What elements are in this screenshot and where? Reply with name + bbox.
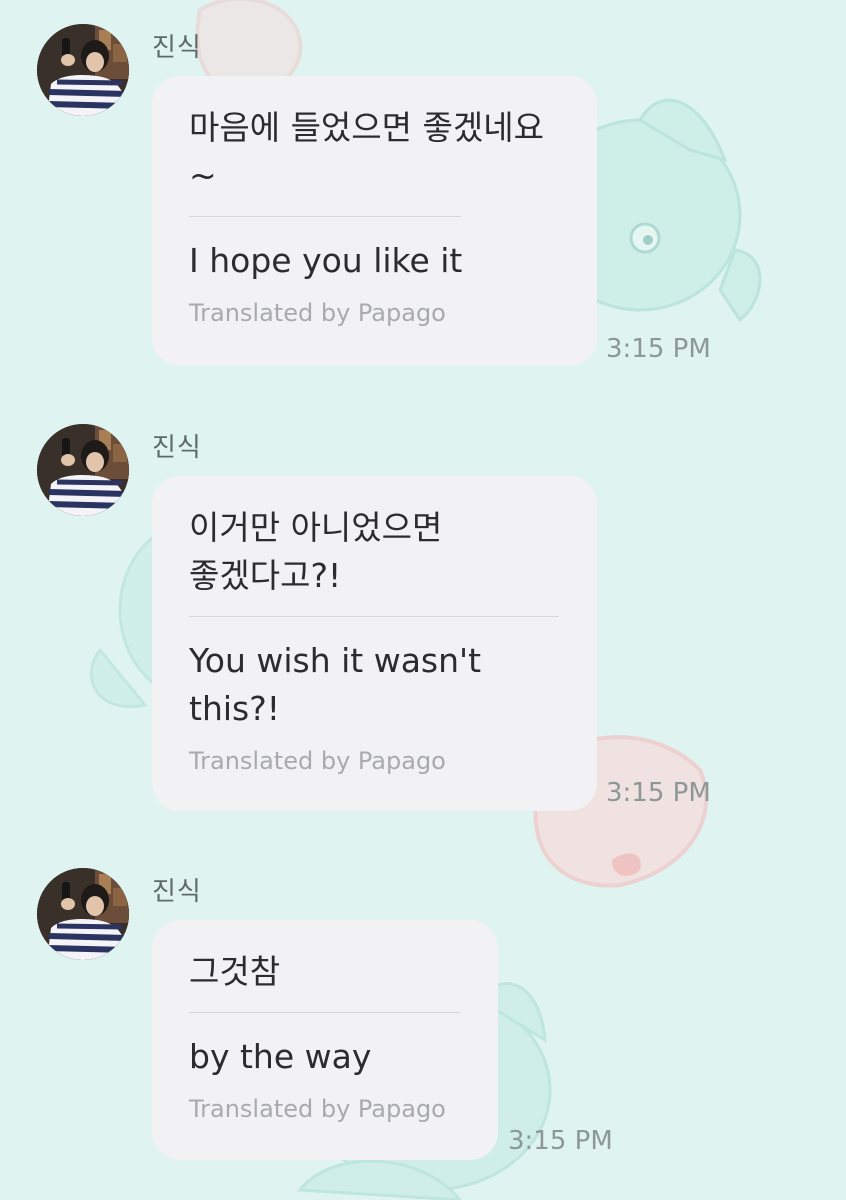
translation-credit: Translated by Papago [189,747,446,775]
message-timestamp: 3:15 PM [508,1126,613,1156]
message-bubble[interactable]: 이거만 아니었으면 좋겠다고?! You wish it wasn't this… [152,476,597,811]
sender-avatar[interactable] [37,24,129,116]
message-timestamp: 3:15 PM [606,334,711,364]
sender-avatar[interactable] [37,424,129,516]
translated-text: You wish it wasn't this?! [189,641,482,728]
translation-credit: Translated by Papago [189,299,446,327]
message-bubble[interactable]: 마음에 들었으면 좋겠네요~ I hope you like it Transl… [152,76,597,366]
translation-divider [189,216,461,217]
message-bubble[interactable]: 그것참 by the way Translated by Papago [152,920,498,1160]
original-text: 그것참 [189,952,281,991]
translation-credit: Translated by Papago [189,1095,446,1123]
sender-name: 진식 [152,33,202,63]
translated-text: I hope you like it [189,241,463,280]
profile-photo-icon [37,424,129,516]
sender-avatar[interactable] [37,868,129,960]
profile-photo-icon [37,868,129,960]
translation-divider [189,1012,461,1013]
original-text: 마음에 들었으면 좋겠네요~ [189,108,544,195]
message-timestamp: 3:15 PM [606,778,711,808]
original-text: 이거만 아니었으면 좋겠다고?! [189,508,443,595]
translation-divider [189,616,559,617]
profile-photo-icon [37,24,129,116]
sender-name: 진식 [152,877,202,907]
translated-text: by the way [189,1037,372,1076]
sender-name: 진식 [152,433,202,463]
